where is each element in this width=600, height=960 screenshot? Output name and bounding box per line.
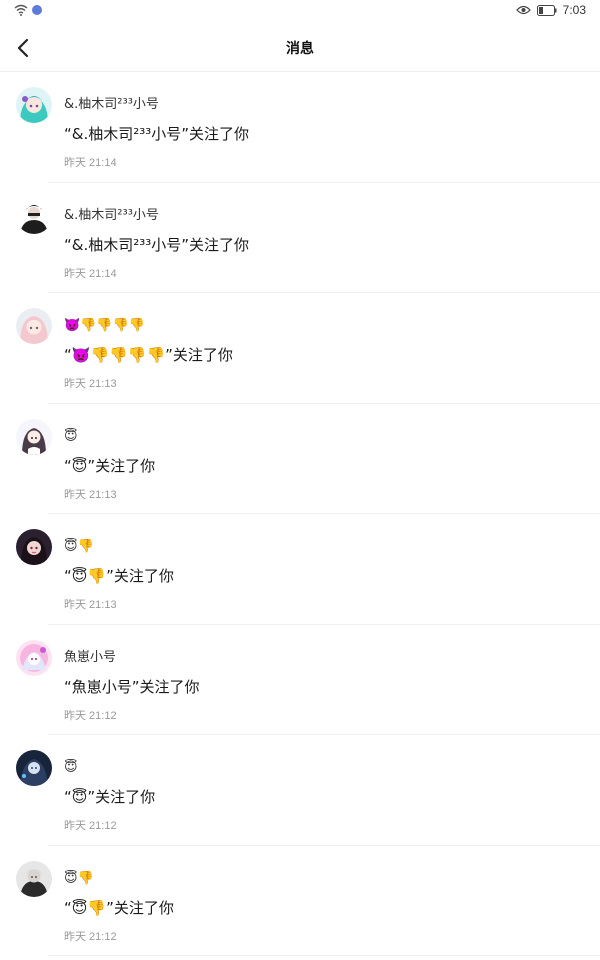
sender-name: 👿👎👎👎👎 xyxy=(64,318,145,333)
avatar[interactable] xyxy=(16,418,52,455)
message-text: “😇👎”关注了你 xyxy=(64,567,174,585)
list-item[interactable]: &.柚木司²³³小号 “&.柚木司²³³小号”关注了你 昨天 21:14 xyxy=(0,183,600,293)
status-left xyxy=(14,4,42,16)
message-time: 昨天 21:14 xyxy=(64,267,117,280)
message-time: 昨天 21:12 xyxy=(64,820,117,832)
avatar[interactable] xyxy=(16,308,52,344)
list-item[interactable]: 魚崽小号 “魚崽小号”关注了你 昨天 21:12 xyxy=(0,625,600,735)
avatar[interactable] xyxy=(16,860,52,897)
status-right: 7:03 xyxy=(515,3,586,17)
avatar[interactable] xyxy=(16,529,52,565)
list-item[interactable]: 😇 “😇”关注了你 昨天 21:12 xyxy=(0,735,600,846)
page-title: 消息 xyxy=(286,41,314,57)
avatar[interactable] xyxy=(16,197,52,234)
sender-name: 😇 xyxy=(64,760,78,775)
message-time: 昨天 21:13 xyxy=(64,599,117,611)
avatar[interactable] xyxy=(16,639,52,676)
sender-name: &.柚木司²³³小号 xyxy=(64,207,159,223)
message-text: “&.柚木司²³³小号”关注了你 xyxy=(64,125,250,143)
wifi-icon xyxy=(14,4,28,16)
avatar[interactable] xyxy=(16,87,52,123)
sender-name: 😇👎 xyxy=(64,539,94,554)
message-time: 昨天 21:14 xyxy=(64,157,117,169)
list-item[interactable]: 😇 “😇”关注了你 昨天 21:13 xyxy=(0,404,600,514)
sender-name: 😇👎 xyxy=(64,870,94,886)
sender-name: 魚崽小号 xyxy=(64,649,117,665)
divider xyxy=(48,955,600,956)
notification-icon xyxy=(32,5,42,15)
status-time: 7:03 xyxy=(562,3,586,17)
message-text: “👿👎👎👎👎”关注了你 xyxy=(64,346,233,364)
message-time: 昨天 21:12 xyxy=(64,709,117,722)
nav-bar: 消息 xyxy=(0,24,600,72)
list-item[interactable]: 👿👎👎👎👎 “👿👎👎👎👎”关注了你 昨天 21:13 xyxy=(0,293,600,404)
list-item[interactable]: 😇👎 “😇👎”关注了你 昨天 21:13 xyxy=(0,514,600,625)
list-item[interactable]: &.柚木司²³³小号 “&.柚木司²³³小号”关注了你 昨天 21:14 xyxy=(0,72,600,183)
message-text: “魚崽小号”关注了你 xyxy=(64,677,200,696)
message-time: 昨天 21:13 xyxy=(64,488,117,501)
battery-icon xyxy=(536,4,557,16)
sender-name: &.柚木司²³³小号 xyxy=(64,97,159,112)
message-text: “😇👎”关注了你 xyxy=(64,898,174,917)
message-list: &.柚木司²³³小号 “&.柚木司²³³小号”关注了你 昨天 21:14 &.柚… xyxy=(0,72,600,956)
message-text: “&.柚木司²³³小号”关注了你 xyxy=(64,235,250,254)
message-text: “😇”关注了你 xyxy=(64,456,156,475)
eye-icon xyxy=(515,5,531,15)
avatar[interactable] xyxy=(16,750,52,786)
message-time: 昨天 21:13 xyxy=(64,378,117,390)
list-item[interactable]: 😇👎 “😇👎”关注了你 昨天 21:12 xyxy=(0,846,600,956)
sender-name: 😇 xyxy=(64,428,78,444)
message-text: “😇”关注了你 xyxy=(64,788,156,806)
status-bar: 7:03 xyxy=(0,0,600,24)
message-time: 昨天 21:12 xyxy=(64,930,117,943)
